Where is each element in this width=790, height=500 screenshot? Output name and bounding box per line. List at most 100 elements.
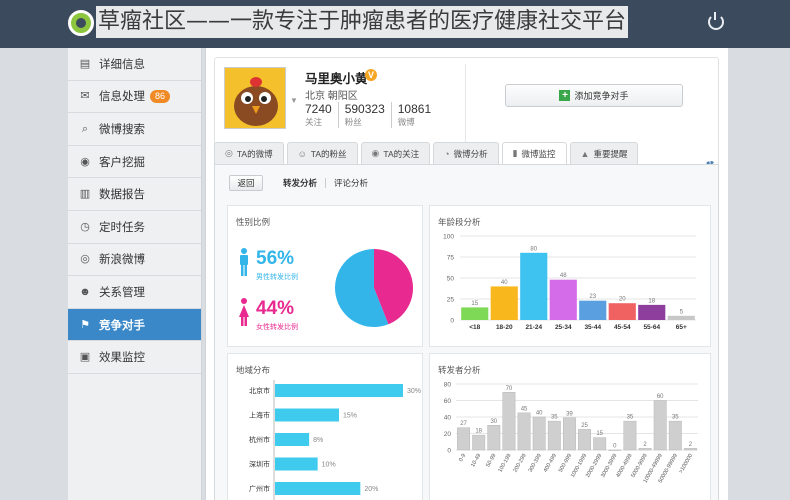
data-label: 8%: [313, 437, 323, 444]
profile-name[interactable]: 马里奥小黄: [305, 68, 368, 87]
profile-location: 北京 朝阳区: [305, 91, 358, 102]
sidebar-item-label: 效果监控: [99, 352, 145, 365]
sidebar-item[interactable]: ⚑ 竞争对手: [68, 308, 201, 342]
gender-card: 性别比例 56% 男性转发比例 44% 女性转发比例: [227, 205, 423, 347]
analysis-icon: ◔: [444, 148, 450, 159]
stat-weibo[interactable]: 10861 微博: [390, 102, 437, 128]
sidebar-item[interactable]: ▤ 详细信息: [68, 48, 201, 81]
alert-icon: ▲: [580, 148, 590, 159]
forwarder-bar: [623, 420, 637, 451]
sidebar: ▤ 详细信息 ✉ 信息处理 86 ⌕ 微博搜索 ◉ 客户挖掘 ▥ 数据报告 ◷ 定时任务 ◎ 新浪微博 ☻ 关系…: [68, 48, 202, 500]
gender-pie-chart: [335, 249, 413, 327]
x-tick-label: 55-64: [643, 324, 660, 331]
x-tick-label: 45-54: [614, 324, 631, 331]
tab-item[interactable]: ◉ TA的关注: [360, 142, 431, 164]
subtab-comment-analysis[interactable]: 评论分析: [326, 177, 376, 189]
y-tick-label: 广州市: [249, 484, 270, 493]
power-icon[interactable]: [708, 12, 724, 30]
tab-item[interactable]: ▮ 微博监控: [501, 142, 567, 164]
back-button[interactable]: 返回: [229, 175, 263, 191]
x-tick-label: 10-49: [470, 453, 482, 468]
weibo-icon: ◎: [80, 253, 90, 266]
stat-value: 10861: [397, 102, 432, 116]
data-label: 5: [680, 309, 684, 315]
x-tick-label: 65+: [676, 324, 687, 331]
data-label: 20: [619, 297, 626, 303]
tab-item[interactable]: ☺ TA的粉丝: [286, 142, 358, 164]
tab-bar: ◎ TA的微博 ☺ TA的粉丝 ◉ TA的关注 ◔ 微博分析 ▮ 微博监控 ▲ 重要提醒: [214, 142, 641, 164]
page-title: 草瘤社区——一款专注于肿瘤患者的医疗健康社交平台: [96, 6, 629, 38]
sidebar-item[interactable]: ◷ 定时任务: [68, 211, 201, 244]
sidebar-item[interactable]: ▥ 数据报告: [68, 178, 201, 211]
data-label: 60: [657, 394, 664, 400]
people-icon: ☻: [79, 285, 91, 298]
stat-fans[interactable]: 590323 粉丝: [337, 102, 391, 128]
data-label: 10%: [322, 462, 336, 469]
sidebar-item-label: 竞争对手: [99, 319, 145, 332]
app-logo-icon[interactable]: [68, 10, 94, 36]
add-competitor-button[interactable]: + 添加竞争对手: [505, 84, 683, 107]
age-bar: [520, 252, 548, 320]
data-label: 25: [581, 423, 588, 429]
forwarder-bar: [547, 420, 561, 451]
stat-label: 粉丝: [344, 117, 362, 127]
stat-label: 微博: [397, 117, 415, 127]
x-tick-label: 200-299: [513, 453, 528, 473]
data-label: 39: [566, 411, 573, 417]
age-card: 年龄段分析 0 25 50 75 100 15 <18 40 18-20 80 21-24 48 25-…: [429, 205, 711, 347]
subtab-bar: 返回 转发分析 评论分析: [229, 175, 376, 191]
region-bar: [275, 408, 339, 422]
sidebar-item[interactable]: ◉ 客户挖掘: [68, 146, 201, 179]
sidebar-item[interactable]: ⌕ 微博搜索: [68, 113, 201, 146]
tab-label: TA的关注: [383, 148, 420, 159]
clock-icon: ◷: [80, 220, 90, 233]
bar-chart-icon: ▮: [512, 148, 518, 158]
sidebar-item-label: 定时任务: [99, 221, 145, 234]
region-card: 地域分布 北京市 30% 上海市 15% 杭州市 8% 深圳市 10% 广州市 20%: [227, 353, 423, 500]
forwarder-bar: [608, 449, 622, 451]
tab-item[interactable]: ▲ 重要提醒: [569, 142, 639, 164]
male-percent: 56%: [256, 248, 295, 269]
chevron-down-icon[interactable]: ▼: [290, 96, 298, 105]
profile-stats: 7240 关注 590323 粉丝 10861 微博: [305, 102, 437, 128]
y-tick-label: 20: [444, 431, 452, 438]
sidebar-item[interactable]: ▣ 效果监控: [68, 341, 201, 374]
y-tick-label: 0: [447, 448, 451, 455]
fans-icon: ☺: [297, 148, 307, 159]
age-bar: [638, 304, 666, 320]
data-label: 35: [627, 415, 634, 421]
sidebar-item-label: 信息处理: [99, 91, 145, 104]
x-tick-label: 50-99: [485, 453, 497, 468]
data-label: 23: [589, 294, 596, 300]
sidebar-item[interactable]: ◎ 新浪微博: [68, 244, 201, 277]
forwarder-bar: [578, 429, 592, 451]
tab-item[interactable]: ◎ TA的微博: [214, 142, 284, 164]
female-icon: [239, 298, 249, 326]
sidebar-item[interactable]: ✉ 信息处理 86: [68, 81, 201, 114]
stat-following[interactable]: 7240 关注: [305, 102, 338, 128]
region-bar: [275, 384, 403, 397]
x-tick-label: 21-24: [525, 324, 542, 331]
y-tick-label: 0: [450, 318, 454, 325]
female-label: 女性转发比例: [256, 324, 298, 331]
data-label: 2: [643, 442, 647, 448]
top-bar: 草瘤社区——一款专注于肿瘤患者的医疗健康社交平台: [0, 0, 790, 48]
sidebar-item[interactable]: ☻ 关系管理: [68, 276, 201, 309]
tab-label: TA的粉丝: [310, 148, 347, 159]
data-label: 15: [596, 431, 603, 437]
stat-value: 590323: [344, 102, 385, 116]
y-tick-label: 80: [444, 382, 452, 389]
forwarder-bar: [532, 416, 546, 451]
age-bar: [667, 315, 695, 320]
tab-item[interactable]: ◔ 微博分析: [433, 142, 499, 164]
competitor-icon: ⚑: [80, 318, 90, 331]
forwarder-bar: [668, 420, 682, 451]
sidebar-item-label: 新浪微博: [99, 254, 145, 267]
data-label: 18: [475, 429, 482, 435]
avatar[interactable]: [224, 67, 286, 129]
subtab-forward-analysis[interactable]: 转发分析: [275, 177, 325, 189]
region-bar: [275, 433, 310, 446]
age-bar: [490, 286, 518, 320]
data-label: 15: [471, 301, 478, 307]
sidebar-item-label: 客户挖掘: [99, 156, 145, 169]
